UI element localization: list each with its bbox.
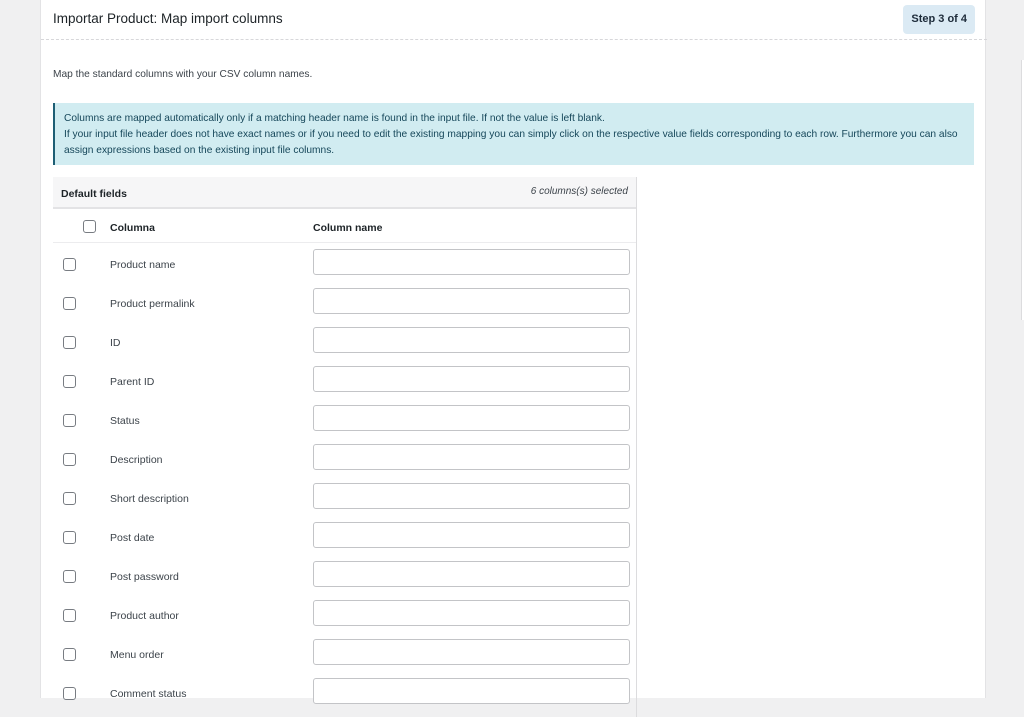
notice-line-2: If your input file header does not have …: [64, 129, 958, 156]
column-name-input[interactable]: [313, 561, 630, 587]
selected-count: 6 columns(s) selected: [530, 186, 628, 197]
column-name-input[interactable]: [313, 288, 630, 314]
column-header-columna: Columna: [110, 222, 155, 234]
table-row: Comment status: [53, 672, 636, 711]
column-name-input[interactable]: [313, 600, 630, 626]
row-label: Menu order: [110, 649, 164, 661]
row-label: Description: [110, 454, 163, 466]
row-label: Product author: [110, 610, 179, 622]
table-row: Post password: [53, 555, 636, 594]
panel-header: Importar Product: Map import columns Ste…: [41, 0, 987, 40]
row-label: ID: [110, 337, 121, 349]
column-name-input[interactable]: [313, 405, 630, 431]
column-header-column-name: Column name: [313, 222, 383, 234]
row-label: Comment status: [110, 688, 187, 700]
row-label: Post date: [110, 532, 155, 544]
notice-line-1: Columns are mapped automatically only if…: [64, 113, 605, 124]
table-row: Menu order: [53, 633, 636, 672]
row-checkbox[interactable]: [63, 258, 76, 271]
fields-title: Default fields: [61, 188, 127, 200]
row-checkbox[interactable]: [63, 414, 76, 427]
column-name-input[interactable]: [313, 327, 630, 353]
column-name-input[interactable]: [313, 366, 630, 392]
import-panel: Importar Product: Map import columns Ste…: [40, 0, 987, 717]
table-row: Description: [53, 438, 636, 477]
step-badge: Step 3 of 4: [903, 5, 975, 34]
row-label: Product name: [110, 259, 176, 271]
row-label: Short description: [110, 493, 189, 505]
column-name-input[interactable]: [313, 639, 630, 665]
column-name-input[interactable]: [313, 678, 630, 704]
row-label: Post password: [110, 571, 179, 583]
row-checkbox[interactable]: [63, 336, 76, 349]
row-checkbox[interactable]: [63, 531, 76, 544]
row-checkbox[interactable]: [63, 687, 76, 700]
row-checkbox[interactable]: [63, 570, 76, 583]
row-checkbox[interactable]: [63, 648, 76, 661]
row-checkbox[interactable]: [63, 453, 76, 466]
table-row: Post date: [53, 516, 636, 555]
column-name-input[interactable]: [313, 249, 630, 275]
row-checkbox[interactable]: [63, 492, 76, 505]
table-row: ID: [53, 321, 636, 360]
table-column-header: Columna Column name: [53, 209, 636, 243]
table-row: Short description: [53, 477, 636, 516]
table-row: Product permalink: [53, 282, 636, 321]
row-label: Parent ID: [110, 376, 155, 388]
row-checkbox[interactable]: [63, 375, 76, 388]
fields-header: Default fields 6 columns(s) selected: [53, 177, 636, 209]
info-notice: Columns are mapped automatically only if…: [53, 103, 974, 165]
row-checkbox[interactable]: [63, 609, 76, 622]
row-checkbox[interactable]: [63, 297, 76, 310]
default-fields-table: Default fields 6 columns(s) selected Col…: [53, 177, 637, 717]
table-row: Status: [53, 399, 636, 438]
column-name-input[interactable]: [313, 483, 630, 509]
row-label: Status: [110, 415, 140, 427]
intro-text: Map the standard columns with your CSV c…: [53, 69, 313, 80]
column-name-input[interactable]: [313, 444, 630, 470]
page-title: Importar Product: Map import columns: [53, 11, 283, 26]
select-all-checkbox[interactable]: [83, 220, 96, 233]
table-row: Product name: [53, 243, 636, 282]
column-name-input[interactable]: [313, 522, 630, 548]
row-label: Product permalink: [110, 298, 195, 310]
table-row: Parent ID: [53, 360, 636, 399]
table-row: Product author: [53, 594, 636, 633]
